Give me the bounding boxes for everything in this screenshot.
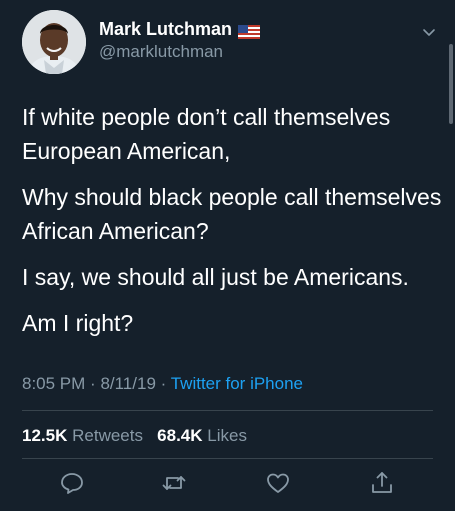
meta-separator: · <box>160 374 171 393</box>
tweet-text: If white people don’t call themselves Eu… <box>22 100 442 352</box>
retweet-icon[interactable] <box>161 470 187 496</box>
avatar-image <box>22 10 86 74</box>
scrollbar[interactable] <box>449 44 453 124</box>
meta-separator: · <box>90 374 101 393</box>
retweets-count[interactable]: 12.5K <box>22 426 67 445</box>
like-icon[interactable] <box>265 470 291 496</box>
tweet-paragraph: Am I right? <box>22 310 134 336</box>
tweet-meta: 8:05 PM · 8/11/19 · Twitter for iPhone <box>22 373 303 395</box>
tweet-source-link[interactable]: Twitter for iPhone <box>171 374 303 393</box>
chevron-down-icon[interactable] <box>421 24 437 40</box>
divider <box>22 410 433 411</box>
user-handle[interactable]: @marklutchman <box>99 41 260 63</box>
action-bar <box>0 470 455 500</box>
tweet-paragraph: I say, we should all just be Americans. <box>22 264 409 290</box>
display-name-text[interactable]: Mark Lutchman <box>99 18 232 40</box>
user-info[interactable]: Mark Lutchman @marklutchman <box>99 18 261 63</box>
avatar[interactable] <box>22 10 86 74</box>
tweet-date[interactable]: 8/11/19 <box>100 374 155 393</box>
us-flag-icon <box>238 22 261 39</box>
retweets-label[interactable]: Retweets <box>72 426 143 445</box>
divider <box>22 458 433 459</box>
tweet-paragraph: If white people don’t call themselves Eu… <box>22 104 391 164</box>
tweet-time[interactable]: 8:05 PM <box>22 374 85 393</box>
tweet-stats: 12.5K Retweets 68.4K Likes <box>22 425 247 447</box>
share-icon[interactable] <box>369 470 395 496</box>
likes-count[interactable]: 68.4K <box>157 426 202 445</box>
likes-label[interactable]: Likes <box>207 426 247 445</box>
tweet-paragraph: Why should black people call themselves … <box>22 184 442 244</box>
tweet-card: Mark Lutchman @marklutchman If white peo… <box>0 0 455 511</box>
reply-icon[interactable] <box>59 470 85 496</box>
display-name[interactable]: Mark Lutchman <box>99 18 261 40</box>
